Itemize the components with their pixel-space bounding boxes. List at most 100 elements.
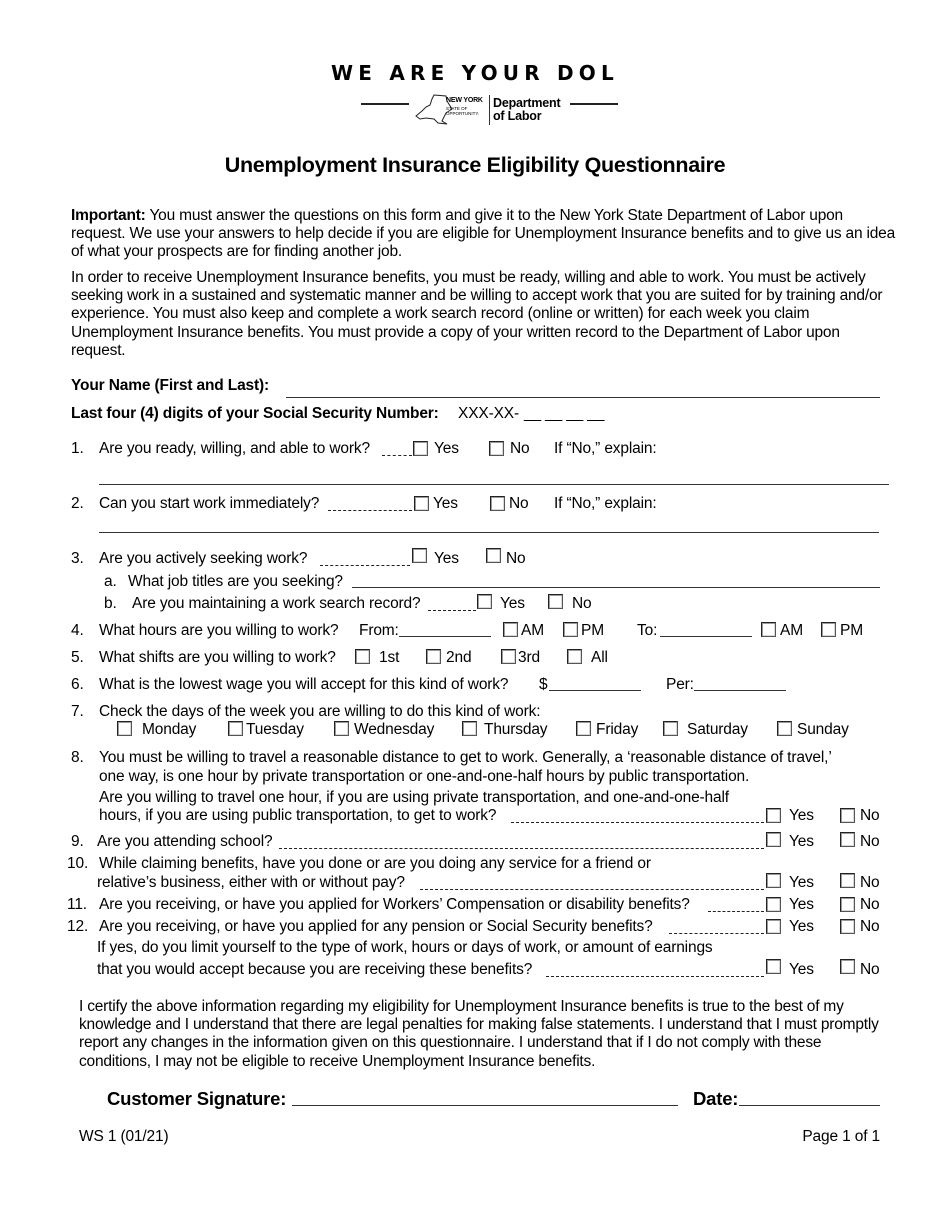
q7-friday-checkbox[interactable] bbox=[576, 721, 591, 736]
q12-yes-checkbox[interactable] bbox=[766, 919, 781, 934]
q9-yes-checkbox[interactable] bbox=[766, 832, 781, 847]
q3b-text: Are you maintaining a work search record… bbox=[132, 595, 421, 612]
q10-line1: While claiming benefits, have you done o… bbox=[99, 855, 651, 872]
q3a-job-titles-field[interactable] bbox=[352, 587, 880, 588]
q7-monday-checkbox[interactable] bbox=[117, 721, 132, 736]
q3-no-label: No bbox=[506, 550, 526, 567]
q3b-no-checkbox[interactable] bbox=[548, 594, 563, 609]
q11-yes-checkbox[interactable] bbox=[766, 897, 781, 912]
q8-number: 8. bbox=[71, 749, 84, 766]
q5-shift-1st-checkbox[interactable] bbox=[355, 649, 370, 664]
q4-from-label: From: bbox=[359, 622, 399, 639]
q3b-letter: b. bbox=[104, 595, 117, 612]
q7-sunday-checkbox[interactable] bbox=[777, 721, 792, 736]
q1-explain-label: If “No,” explain: bbox=[554, 440, 657, 457]
q12-followup-line2: that you would accept because you are re… bbox=[97, 961, 533, 978]
q12-followup-line1: If yes, do you limit yourself to the typ… bbox=[97, 939, 713, 956]
logo-divider bbox=[489, 95, 490, 125]
q3-yes-checkbox[interactable] bbox=[412, 548, 427, 563]
q12-followup-yes-label: Yes bbox=[789, 961, 814, 978]
q1-no-label: No bbox=[510, 440, 530, 457]
q10-yes-checkbox[interactable] bbox=[766, 873, 781, 888]
q8-yes-checkbox[interactable] bbox=[766, 808, 781, 823]
q5-number: 5. bbox=[71, 649, 84, 666]
q2-yes-checkbox[interactable] bbox=[414, 496, 429, 511]
q9-no-checkbox[interactable] bbox=[840, 832, 855, 847]
ny-logo-sub2: OPPORTUNITY. bbox=[446, 111, 480, 116]
q4-to-am-label: AM bbox=[780, 622, 803, 639]
q5-shift-2nd-checkbox[interactable] bbox=[426, 649, 441, 664]
q4-from-am-checkbox[interactable] bbox=[503, 622, 518, 637]
ssn-last-four-field[interactable]: __ __ __ __ bbox=[524, 405, 604, 423]
q3a-text: What job titles are you seeking? bbox=[128, 573, 343, 590]
q1-yes-label: Yes bbox=[434, 440, 459, 457]
q3b-yes-checkbox[interactable] bbox=[477, 594, 492, 609]
q5-shift-3rd-checkbox[interactable] bbox=[501, 649, 516, 664]
q9-number: 9. bbox=[71, 833, 84, 850]
q11-no-checkbox[interactable] bbox=[840, 897, 855, 912]
signature-field[interactable] bbox=[292, 1105, 678, 1106]
q8-line4: hours, if you are using public transport… bbox=[99, 807, 497, 824]
ssn-prefix: XXX-XX- bbox=[458, 405, 519, 422]
certification-statement: I certify the above information regardin… bbox=[79, 998, 879, 1070]
q4-to-pm-label: PM bbox=[840, 622, 863, 639]
q7-thursday-label: Thursday bbox=[484, 721, 548, 738]
q2-explain-field[interactable] bbox=[99, 532, 879, 533]
q4-to-pm-checkbox[interactable] bbox=[821, 622, 836, 637]
q6-per-label: Per: bbox=[666, 676, 694, 693]
q4-to-field[interactable] bbox=[660, 636, 752, 637]
page-title: Unemployment Insurance Eligibility Quest… bbox=[224, 153, 726, 177]
q10-no-checkbox[interactable] bbox=[840, 873, 855, 888]
q5-shift-3rd-label: 3rd bbox=[518, 649, 540, 666]
ssn-label: Last four (4) digits of your Social Secu… bbox=[71, 405, 439, 422]
q12-no-label: No bbox=[860, 918, 880, 935]
q1-number: 1. bbox=[71, 440, 84, 457]
q4-text: What hours are you willing to work? bbox=[99, 622, 339, 639]
q8-no-checkbox[interactable] bbox=[840, 808, 855, 823]
q6-per-field[interactable] bbox=[694, 690, 786, 691]
q6-wage-field[interactable] bbox=[549, 690, 641, 691]
q9-text: Are you attending school? bbox=[97, 833, 273, 850]
q11-text: Are you receiving, or have you applied f… bbox=[99, 896, 690, 913]
q3b-yes-label: Yes bbox=[500, 595, 525, 612]
q7-wednesday-checkbox[interactable] bbox=[334, 721, 349, 736]
q10-number: 10. bbox=[67, 855, 89, 872]
q12-followup-yes-checkbox[interactable] bbox=[766, 959, 781, 974]
q10-no-label: No bbox=[860, 874, 880, 891]
q12-no-checkbox[interactable] bbox=[840, 919, 855, 934]
q7-saturday-checkbox[interactable] bbox=[663, 721, 678, 736]
q3-no-checkbox[interactable] bbox=[486, 548, 501, 563]
q2-explain-label: If “No,” explain: bbox=[554, 495, 657, 512]
q1-yes-checkbox[interactable] bbox=[413, 441, 428, 456]
q7-saturday-label: Saturday bbox=[687, 721, 748, 738]
q10-yes-label: Yes bbox=[789, 874, 814, 891]
important-notice: Important: You must answer the questions… bbox=[71, 207, 897, 262]
q7-thursday-checkbox[interactable] bbox=[462, 721, 477, 736]
q3b-no-label: No bbox=[572, 595, 592, 612]
q11-yes-label: Yes bbox=[789, 896, 814, 913]
date-field[interactable] bbox=[739, 1105, 880, 1106]
q4-to-am-checkbox[interactable] bbox=[761, 622, 776, 637]
q10-line2: relative’s business, either with or with… bbox=[97, 874, 405, 891]
q7-monday-label: Monday bbox=[142, 721, 197, 738]
q5-shift-2nd-label: 2nd bbox=[446, 649, 472, 666]
q11-number: 11. bbox=[67, 896, 87, 913]
q11-no-label: No bbox=[860, 896, 880, 913]
q4-from-field[interactable] bbox=[399, 636, 491, 637]
q1-explain-field[interactable] bbox=[99, 484, 889, 485]
q1-leader bbox=[382, 455, 412, 456]
q4-from-pm-checkbox[interactable] bbox=[563, 622, 578, 637]
q5-shift-all-checkbox[interactable] bbox=[567, 649, 582, 664]
q7-text: Check the days of the week you are willi… bbox=[99, 703, 541, 720]
name-field[interactable] bbox=[286, 397, 880, 398]
q4-from-pm-label: PM bbox=[581, 622, 604, 639]
q1-no-checkbox[interactable] bbox=[489, 441, 504, 456]
q2-no-label: No bbox=[509, 495, 529, 512]
q4-from-am-label: AM bbox=[521, 622, 544, 639]
q3-text: Are you actively seeking work? bbox=[99, 550, 308, 567]
q2-no-checkbox[interactable] bbox=[490, 496, 505, 511]
q7-tuesday-checkbox[interactable] bbox=[228, 721, 243, 736]
q5-shift-1st-label: 1st bbox=[379, 649, 400, 666]
q12-followup-no-checkbox[interactable] bbox=[840, 959, 855, 974]
logo-rule-left bbox=[361, 103, 409, 105]
